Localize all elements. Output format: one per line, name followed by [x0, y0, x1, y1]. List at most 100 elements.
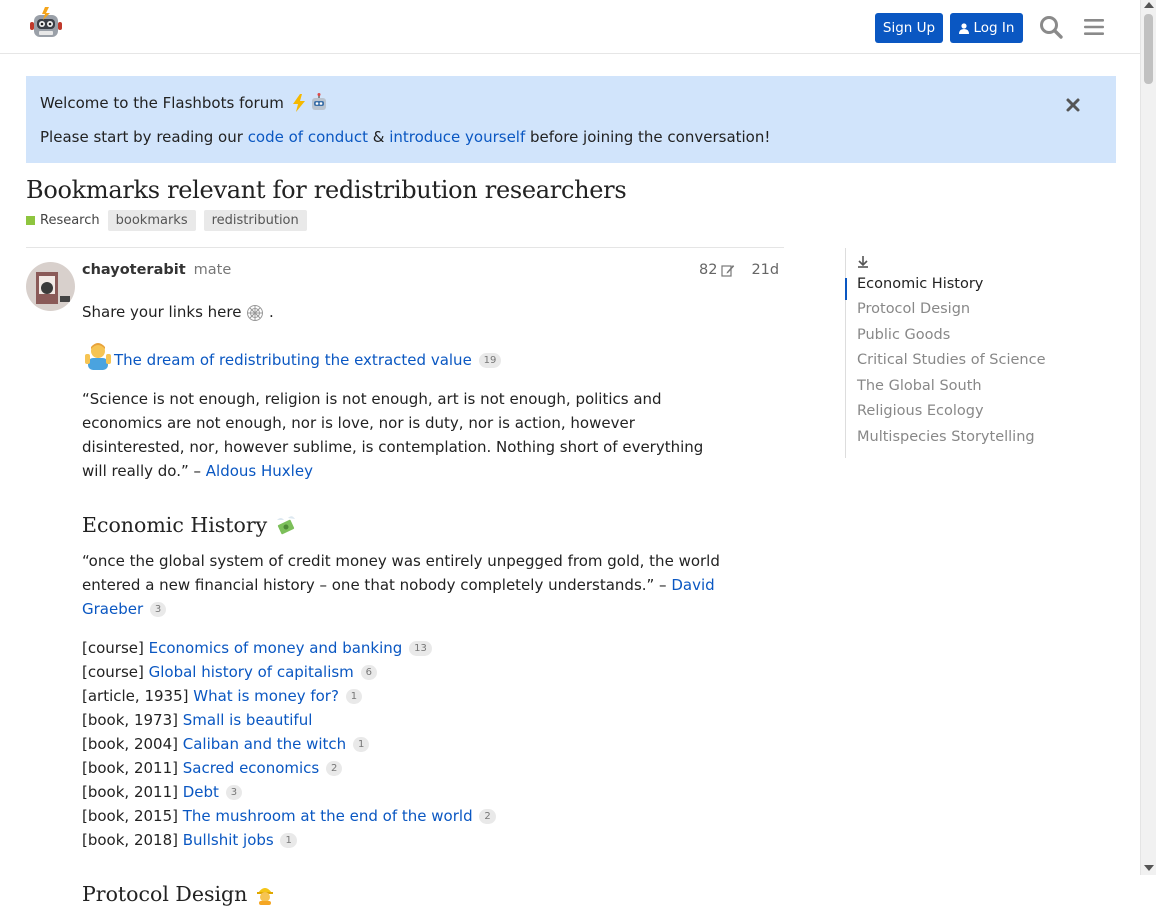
list-item: [course] Economics of money and banking … [82, 636, 732, 660]
edit-count[interactable]: 82 [699, 262, 717, 278]
category-color-swatch [26, 216, 35, 225]
graeber-quote: “once the global system of credit money … [82, 549, 732, 621]
code-of-conduct-link[interactable]: code of conduct [248, 128, 368, 146]
share-paragraph: Share your links here . [82, 300, 732, 324]
toc-item-public-goods[interactable]: Public Goods [857, 327, 950, 343]
money-with-wings-emoji-icon [277, 516, 296, 535]
sign-up-button[interactable]: Sign Up [875, 13, 943, 43]
featured-link[interactable]: The dream of redistributing the extracte… [114, 351, 472, 369]
click-count-badge: 1 [352, 737, 370, 752]
user-title: mate [193, 262, 232, 278]
site-header: Sign Up Log In [0, 0, 1140, 54]
scroll-down-arrow[interactable] [1144, 865, 1154, 871]
intro-after-text: before joining the conversation! [525, 128, 771, 146]
click-count-badge: 13 [409, 641, 432, 656]
list-item: [article, 1935] What is money for? 1 [82, 684, 732, 708]
lightning-emoji-icon [292, 94, 305, 112]
item-link[interactable]: The mushroom at the end of the world [183, 807, 473, 825]
item-link[interactable]: Global history of capitalism [149, 663, 354, 681]
list-item: [book, 2015] The mushroom at the end of … [82, 804, 732, 828]
user-avatar[interactable] [26, 262, 75, 311]
intro-line: Please start by reading our code of cond… [40, 128, 770, 146]
click-count-badge: 3 [225, 785, 243, 800]
introduce-yourself-link[interactable]: introduce yourself [389, 128, 525, 146]
click-count-badge: 2 [479, 809, 496, 824]
item-prefix: [article, 1935] [82, 687, 194, 705]
page-scrollbar[interactable] [1140, 0, 1156, 875]
list-item: [book, 2018] Bullshit jobs 1 [82, 828, 732, 852]
close-icon[interactable] [1064, 96, 1082, 114]
search-icon[interactable] [1038, 14, 1064, 40]
pencil-icon[interactable] [721, 263, 735, 277]
scroll-up-arrow[interactable] [1144, 2, 1154, 8]
topic-title[interactable]: Bookmarks relevant for redistribution re… [26, 176, 627, 204]
item-prefix: [book, 2018] [82, 831, 183, 849]
item-prefix: [book, 2015] [82, 807, 183, 825]
item-prefix: [book, 2011] [82, 759, 183, 777]
welcome-banner: Welcome to the Flashbots forum Please st… [26, 76, 1116, 163]
log-in-label: Log In [973, 20, 1015, 36]
item-link[interactable]: Small is beautiful [183, 711, 313, 729]
toc-item-critical-studies[interactable]: Critical Studies of Science [857, 352, 1046, 368]
graeber-quote-text: “once the global system of credit money … [82, 552, 720, 594]
construction-worker-emoji-icon [257, 888, 274, 905]
item-link[interactable]: Debt [183, 783, 219, 801]
hamburger-menu-icon[interactable] [1081, 14, 1107, 40]
log-in-button[interactable]: Log In [950, 13, 1023, 43]
item-link[interactable]: Bullshit jobs [183, 831, 274, 849]
post-author: chayoterabit mate [82, 262, 231, 278]
category-label: Research [40, 213, 100, 228]
list-item: [book, 2004] Caliban and the witch 1 [82, 732, 732, 756]
item-link[interactable]: Economics of money and banking [149, 639, 403, 657]
post-info: 82 21d [699, 262, 779, 278]
click-count-badge: 1 [345, 689, 363, 704]
list-item: [book, 2011] Debt 3 [82, 780, 732, 804]
toc-item-global-south[interactable]: The Global South [857, 378, 982, 394]
username-link[interactable]: chayoterabit [82, 262, 186, 278]
item-prefix: [book, 2011] [82, 783, 183, 801]
user-icon [958, 22, 969, 34]
item-link[interactable]: Caliban and the witch [183, 735, 346, 753]
jump-to-bottom-icon[interactable] [857, 255, 869, 268]
item-prefix: [book, 1973] [82, 711, 183, 729]
section-heading-text: Protocol Design [82, 882, 248, 906]
share-text: Share your links here [82, 303, 242, 321]
click-count-badge: 1 [280, 833, 297, 848]
person-raising-hand-emoji-icon [85, 343, 111, 370]
scroll-thumb[interactable] [1144, 14, 1153, 84]
list-item: [book, 2011] Sacred economics 2 [82, 756, 732, 780]
tag-redistribution[interactable]: redistribution [203, 210, 307, 231]
toc-item-religious-ecology[interactable]: Religious Ecology [857, 403, 984, 419]
resource-list: [course] Economics of money and banking … [82, 636, 732, 852]
flashbots-logo[interactable] [28, 6, 64, 42]
toc-item-economic-history[interactable]: Economic History [857, 276, 983, 292]
item-prefix: [course] [82, 663, 149, 681]
section-heading-protocol-design: Protocol Design [82, 882, 732, 906]
section-heading-text: Economic History [82, 513, 268, 537]
item-link[interactable]: What is money for? [193, 687, 339, 705]
item-link[interactable]: Sacred economics [183, 759, 320, 777]
item-prefix: [book, 2004] [82, 735, 183, 753]
topic-divider [26, 247, 784, 248]
share-end: . [264, 303, 274, 321]
toc-active-marker [845, 278, 847, 300]
category-badge[interactable]: Research [26, 213, 100, 228]
toc-item-multispecies[interactable]: Multispecies Storytelling [857, 429, 1035, 445]
welcome-text: Welcome to the Flashbots forum [40, 94, 284, 112]
featured-paragraph: The dream of redistributing the extracte… [82, 340, 732, 372]
click-count-badge: 19 [478, 353, 502, 368]
huxley-quote: “Science is not enough, religion is not … [82, 387, 732, 483]
welcome-line: Welcome to the Flashbots forum [40, 93, 329, 113]
toc-item-protocol-design[interactable]: Protocol Design [857, 301, 970, 317]
section-heading-economic-history: Economic History [82, 513, 732, 537]
click-count-badge: 2 [326, 761, 343, 776]
spiderweb-emoji-icon [247, 304, 264, 321]
post-date[interactable]: 21d [751, 262, 779, 278]
intro-before-text: Please start by reading our [40, 128, 248, 146]
huxley-link[interactable]: Aldous Huxley [206, 462, 313, 480]
topic-tags: Research bookmarks redistribution [26, 210, 307, 231]
click-count-badge: 6 [360, 665, 377, 680]
post-body: Share your links here . The dream of red… [82, 300, 732, 906]
tag-bookmarks[interactable]: bookmarks [107, 210, 196, 231]
robot-emoji-icon [311, 93, 326, 110]
